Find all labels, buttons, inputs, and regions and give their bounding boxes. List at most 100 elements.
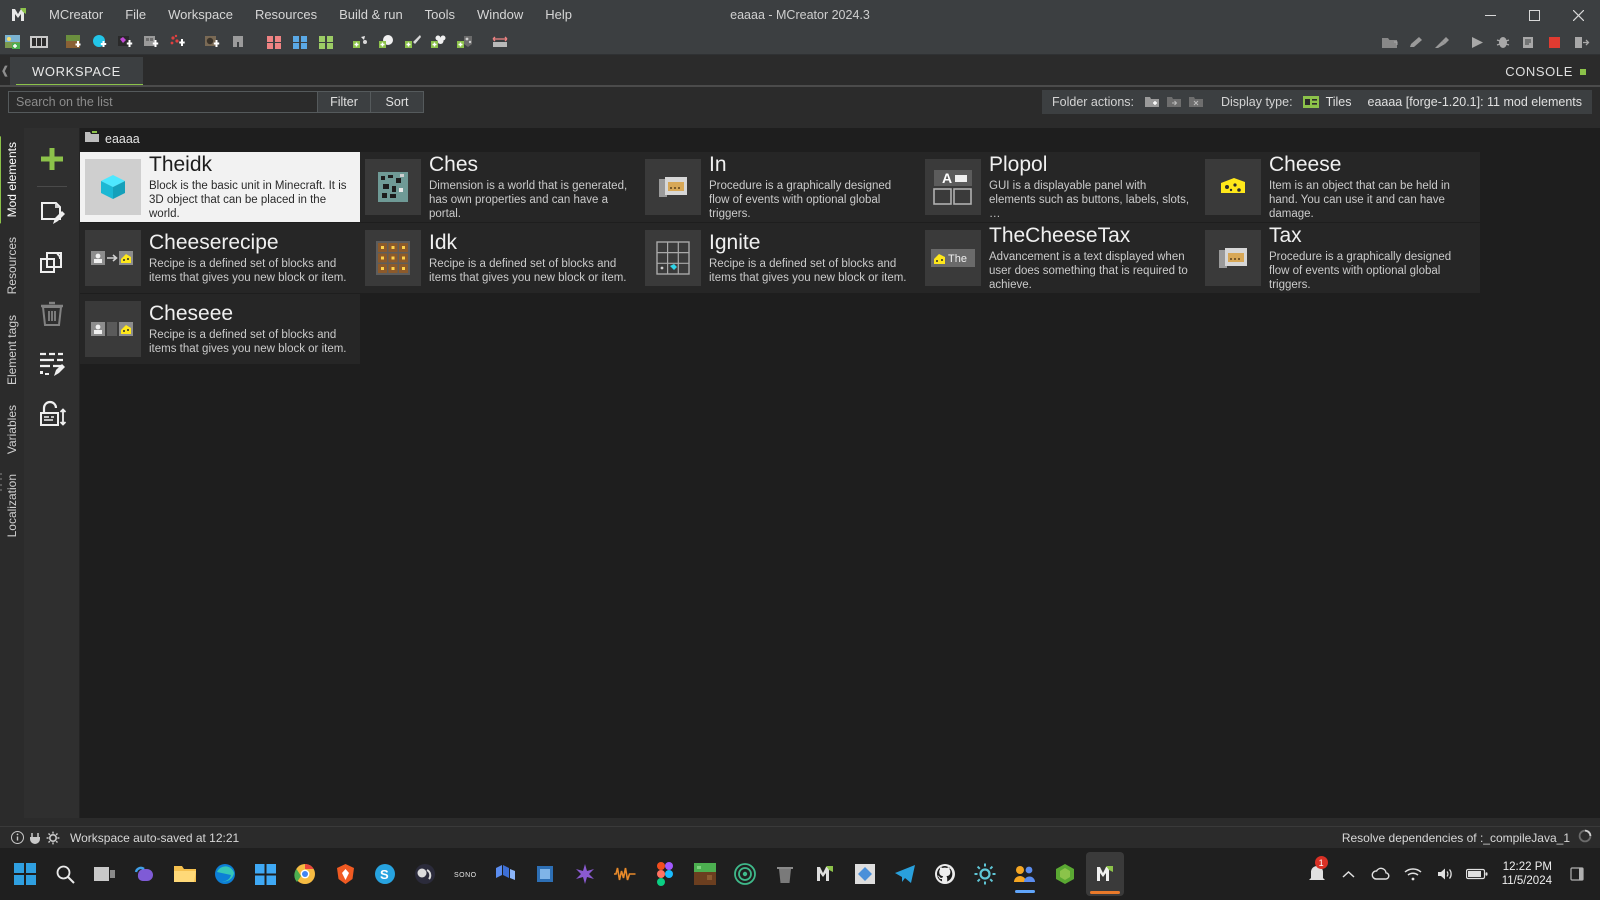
mod-element-tile[interactable]: Ches Dimension is a world that is genera… [360, 152, 640, 222]
node-icon[interactable] [1046, 852, 1084, 896]
tiles-view-icon[interactable] [1300, 92, 1322, 112]
wifi-icon[interactable] [1400, 852, 1426, 896]
new-structure-icon[interactable] [140, 31, 164, 53]
menu-app-name[interactable]: MCreator [38, 0, 114, 30]
display-type-value[interactable]: Tiles [1326, 95, 1352, 109]
move-folder-icon[interactable] [1163, 92, 1185, 112]
menu-resources[interactable]: Resources [244, 0, 328, 30]
new-folder-icon[interactable] [1141, 92, 1163, 112]
sidebar-item-resources[interactable]: Resources [2, 227, 22, 304]
info-icon[interactable] [8, 829, 26, 847]
menu-build-run[interactable]: Build & run [328, 0, 414, 30]
spiral-icon[interactable] [726, 852, 764, 896]
minecraft-icon[interactable] [686, 852, 724, 896]
audacity-icon[interactable] [606, 852, 644, 896]
menu-file[interactable]: File [114, 0, 157, 30]
battery-icon[interactable] [1464, 852, 1490, 896]
tag-green-icon[interactable] [314, 31, 338, 53]
mod-element-tile[interactable]: In Procedure is a graphically designed f… [640, 152, 920, 222]
sidebar-item-variables[interactable]: Variables [2, 395, 22, 464]
menu-tools[interactable]: Tools [414, 0, 466, 30]
panel-resize-handle[interactable] [0, 473, 4, 491]
filter-button[interactable]: Filter [318, 91, 371, 113]
blockbench-icon[interactable] [486, 852, 524, 896]
figma-icon[interactable] [646, 852, 684, 896]
sonos-icon[interactable]: SONOS [446, 852, 484, 896]
new-mob-icon[interactable] [427, 31, 451, 53]
new-food-icon[interactable] [375, 31, 399, 53]
delete-folder-icon[interactable] [1185, 92, 1207, 112]
sidebar-item-mod-elements[interactable]: Mod elements [2, 132, 22, 227]
open-folder-icon[interactable] [1378, 31, 1402, 53]
copilot-icon[interactable] [126, 852, 164, 896]
file-explorer-icon[interactable] [166, 852, 204, 896]
resize-icon[interactable] [488, 31, 512, 53]
film-strip-icon[interactable] [27, 31, 51, 53]
plug-icon[interactable] [26, 829, 44, 847]
breadcrumb-label[interactable]: eaaaa [105, 132, 140, 146]
export-icon[interactable] [1569, 31, 1593, 53]
search-input[interactable] [8, 91, 318, 113]
menu-workspace[interactable]: Workspace [157, 0, 244, 30]
new-mod-element-icon[interactable] [1, 31, 25, 53]
mcreator-active-icon[interactable] [1086, 852, 1124, 896]
mod-element-tile[interactable]: Cheeserecipe Recipe is a defined set of … [80, 223, 360, 293]
new-particle-icon[interactable] [166, 31, 190, 53]
maximize-button[interactable] [1512, 0, 1556, 30]
new-block-icon[interactable] [62, 31, 86, 53]
debug-icon[interactable] [1491, 31, 1515, 53]
minecraft-launcher-icon[interactable] [846, 852, 884, 896]
mod-element-tile[interactable]: A Plopol GUI is a displayable panel with… [920, 152, 1200, 222]
hammer-icon[interactable] [1430, 31, 1454, 53]
new-ore-icon[interactable] [453, 31, 477, 53]
add-mod-element-button[interactable] [32, 142, 72, 176]
mod-element-tile[interactable]: Theidk Block is the basic unit in Minecr… [80, 152, 360, 222]
build-log-icon[interactable] [1517, 31, 1541, 53]
minimize-button[interactable] [1468, 0, 1512, 30]
obs-icon[interactable] [406, 852, 444, 896]
sort-button[interactable]: Sort [371, 91, 424, 113]
mod-element-tile[interactable]: Cheseee Recipe is a defined set of block… [80, 294, 360, 364]
trash-icon[interactable] [766, 852, 804, 896]
menu-window[interactable]: Window [466, 0, 534, 30]
microsoft-store-icon[interactable] [246, 852, 284, 896]
krita-icon[interactable] [566, 852, 604, 896]
mod-element-tile[interactable]: Ignite Recipe is a defined set of blocks… [640, 223, 920, 293]
volume-icon[interactable] [1432, 852, 1458, 896]
cloud-icon[interactable] [1368, 852, 1394, 896]
windows-start-icon[interactable] [6, 852, 44, 896]
new-gui-icon[interactable] [201, 31, 225, 53]
chevron-left-icon[interactable]: ❰ [0, 55, 10, 87]
sidebar-item-element-tags[interactable]: Element tags [2, 305, 22, 395]
mod-element-tile[interactable]: Tax Procedure is a graphically designed … [1200, 223, 1480, 293]
brave-icon[interactable] [326, 852, 364, 896]
tag-red-icon[interactable] [262, 31, 286, 53]
settings-icon[interactable] [966, 852, 1004, 896]
delete-mod-element-button[interactable] [32, 297, 72, 331]
tag-blue-icon[interactable] [288, 31, 312, 53]
chrome-icon[interactable] [286, 852, 324, 896]
close-button[interactable] [1556, 0, 1600, 30]
edit-code-button[interactable] [32, 347, 72, 381]
gear-icon[interactable] [44, 829, 62, 847]
stop-icon[interactable] [1543, 31, 1567, 53]
pencil-icon[interactable] [1404, 31, 1428, 53]
notification-icon[interactable]: 1 [1304, 852, 1330, 896]
duplicate-mod-element-button[interactable] [32, 247, 72, 281]
edit-mod-element-button[interactable] [32, 197, 72, 231]
telegram-icon[interactable] [886, 852, 924, 896]
new-item-icon[interactable] [114, 31, 138, 53]
menu-help[interactable]: Help [534, 0, 583, 30]
tab-workspace[interactable]: WORKSPACE [10, 57, 143, 87]
new-armor-icon[interactable] [227, 31, 251, 53]
teams-icon[interactable] [1006, 852, 1044, 896]
edge-icon[interactable] [206, 852, 244, 896]
taskbar-clock[interactable]: 12:22 PM 11/5/2024 [1496, 860, 1558, 888]
vlc-icon[interactable] [526, 852, 564, 896]
notification-center-icon[interactable] [1564, 852, 1590, 896]
mod-element-tile[interactable]: Cheese Item is an object that can be hel… [1200, 152, 1480, 222]
search-icon[interactable] [46, 852, 84, 896]
run-client-icon[interactable] [1465, 31, 1489, 53]
sidebar-item-localization[interactable]: Localization [2, 464, 22, 547]
github-icon[interactable] [926, 852, 964, 896]
